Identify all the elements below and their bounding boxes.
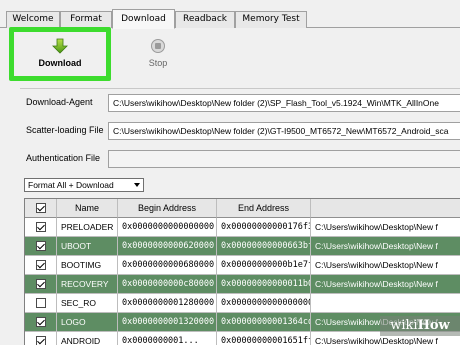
row-checkbox[interactable]	[36, 336, 46, 345]
stop-icon	[151, 39, 165, 53]
row-checkbox-cell	[25, 332, 57, 345]
stop-button[interactable]: Stop	[140, 36, 176, 76]
row-end-address: 0x00000000001651fff	[217, 332, 311, 345]
select-all-checkbox[interactable]	[36, 203, 46, 213]
tab-memory-test[interactable]: Memory Test	[235, 11, 307, 28]
download-agent-field[interactable]: C:\Users\wikihow\Desktop\New folder (2)\…	[108, 94, 460, 112]
wikihow-watermark: wikiHow	[380, 316, 460, 336]
row-begin-address: 0x0000000000000000	[118, 218, 217, 237]
row-name: ANDROID	[57, 332, 118, 345]
row-location	[311, 294, 460, 313]
watermark-suffix: How	[417, 318, 450, 333]
row-checkbox[interactable]	[36, 260, 46, 270]
row-name: SEC_RO	[57, 294, 118, 313]
row-begin-address: 0x0000000000620000	[118, 237, 217, 256]
tab-download[interactable]: Download	[112, 9, 175, 29]
table-row[interactable]: SEC_RO 0x0000000001280000 0x00000000000000…	[25, 294, 460, 313]
download-button-label: Download	[38, 58, 82, 68]
row-checkbox[interactable]	[36, 222, 46, 232]
row-end-address: 0x00000000000663bff	[217, 237, 311, 256]
download-agent-label: Download-Agent	[26, 97, 93, 107]
row-begin-address: 0x0000000000680000	[118, 256, 217, 275]
row-begin-address: 0x0000000001280000	[118, 294, 217, 313]
row-checkbox[interactable]	[36, 317, 46, 327]
row-checkbox-cell	[25, 275, 57, 294]
row-location: C:\Users\wikihow\Desktop\New f	[311, 237, 460, 256]
row-begin-address: 0x0000000001320000	[118, 313, 217, 332]
download-mode-select[interactable]: Format All + Download	[24, 178, 144, 192]
row-checkbox-cell	[25, 294, 57, 313]
row-name: PRELOADER	[57, 218, 118, 237]
header-begin-address[interactable]: Begin Address	[118, 199, 217, 218]
row-end-address: 0x00000000000b1e7ff	[217, 256, 311, 275]
tab-format[interactable]: Format	[60, 11, 112, 28]
download-arrow-icon	[52, 38, 68, 54]
row-checkbox[interactable]	[36, 298, 46, 308]
row-location: C:\Users\wikihow\Desktop\New f	[311, 275, 460, 294]
stop-button-label: Stop	[148, 58, 168, 68]
row-end-address: 0x00000000001364cdf	[217, 313, 311, 332]
row-name: BOOTIMG	[57, 256, 118, 275]
row-end-address: 0x00000000000176f3	[217, 218, 311, 237]
authentication-file-field[interactable]	[108, 150, 460, 168]
row-checkbox-cell	[25, 218, 57, 237]
row-checkbox[interactable]	[36, 241, 46, 251]
download-mode-value: Format All + Download	[28, 180, 114, 190]
table-row[interactable]: UBOOT 0x0000000000620000 0x00000000000663b…	[25, 237, 460, 256]
tab-bar: Welcome Format Download Readback Memory …	[0, 0, 460, 29]
row-checkbox-cell	[25, 313, 57, 332]
authentication-file-label: Authentication File	[26, 153, 101, 163]
header-name[interactable]: Name	[57, 199, 118, 218]
row-checkbox-cell	[25, 237, 57, 256]
table-row[interactable]: PRELOADER 0x0000000000000000 0x00000000000…	[25, 218, 460, 237]
chevron-down-icon	[134, 183, 140, 187]
row-location: C:\Users\wikihow\Desktop\New f	[311, 256, 460, 275]
header-location[interactable]	[311, 199, 460, 218]
header-end-address[interactable]: End Address	[217, 199, 311, 218]
tab-readback[interactable]: Readback	[175, 11, 235, 28]
tab-welcome[interactable]: Welcome	[6, 11, 60, 28]
row-name: LOGO	[57, 313, 118, 332]
scatter-loading-field[interactable]: C:\Users\wikihow\Desktop\New folder (2)\…	[108, 122, 460, 140]
toolbar-divider	[20, 88, 460, 89]
row-location: C:\Users\wikihow\Desktop\New f	[311, 218, 460, 237]
table-row[interactable]: BOOTIMG 0x0000000000680000 0x00000000000b1…	[25, 256, 460, 275]
scatter-loading-label: Scatter-loading File	[26, 125, 104, 135]
row-checkbox[interactable]	[36, 279, 46, 289]
table-row[interactable]: RECOVERY 0x0000000000c80000 0x000000000000…	[25, 275, 460, 294]
row-checkbox-cell	[25, 256, 57, 275]
download-button[interactable]: Download	[16, 34, 104, 76]
row-end-address: 0x00000000000011b0ff	[217, 275, 311, 294]
table-header-row: Name Begin Address End Address	[25, 199, 460, 218]
row-begin-address: 0x0000000001...	[118, 332, 217, 345]
select-all-cell[interactable]	[25, 199, 57, 218]
row-name: UBOOT	[57, 237, 118, 256]
watermark-prefix: wiki	[390, 318, 418, 333]
row-end-address: 0x0000000000000000	[217, 294, 311, 313]
row-name: RECOVERY	[57, 275, 118, 294]
row-begin-address: 0x0000000000c80000	[118, 275, 217, 294]
